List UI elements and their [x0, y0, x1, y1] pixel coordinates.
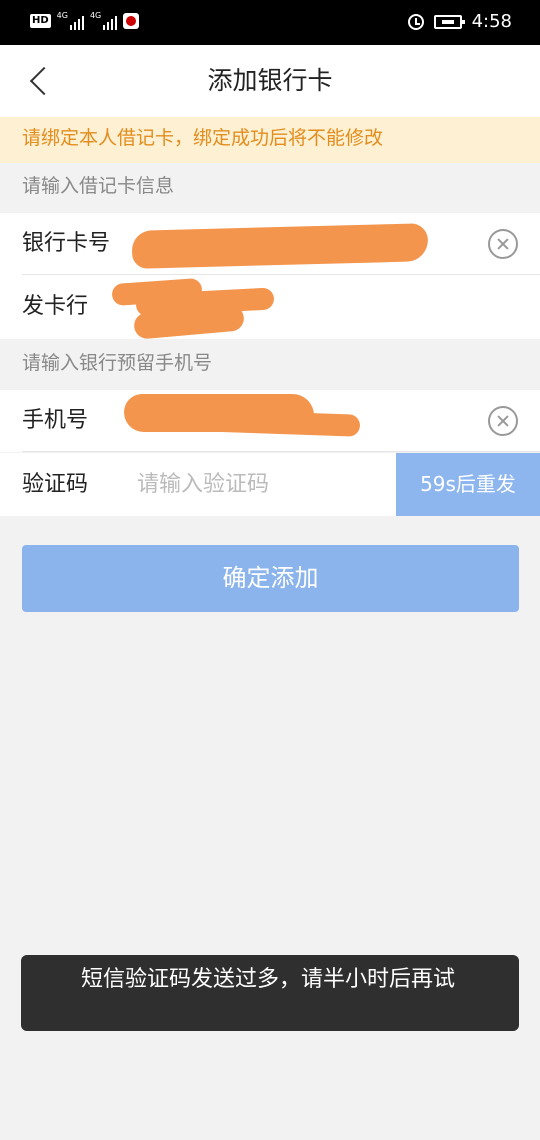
battery-icon — [433, 14, 465, 29]
app-notification-icon — [123, 13, 140, 29]
status-right: 4:58 — [407, 11, 512, 32]
redaction-mark — [199, 409, 361, 437]
card-number-label: 银行卡号 — [22, 231, 111, 256]
page-title: 添加银行卡 — [207, 66, 333, 95]
nav-bar: 添加银行卡 — [0, 45, 540, 117]
verification-code-input[interactable]: 请输入验证码 — [137, 453, 269, 516]
alarm-icon — [407, 13, 424, 30]
section-title-card-info: 请输入借记卡信息 — [22, 175, 175, 197]
status-time: 4:58 — [471, 11, 512, 32]
notice-banner: 请绑定本人借记卡，绑定成功后将不能修改 — [0, 117, 540, 163]
redaction-mark — [131, 223, 429, 269]
phone-label: 手机号 — [22, 408, 89, 433]
card-number-row[interactable]: 银行卡号 — [0, 213, 540, 275]
verification-code-label: 验证码 — [22, 472, 89, 497]
signal-icon-2: 4G — [90, 12, 118, 30]
resend-code-button[interactable]: 59s后重发 — [396, 453, 540, 516]
issuer-row[interactable]: 发卡行 — [0, 275, 540, 340]
clear-icon[interactable] — [488, 229, 518, 259]
issuer-label: 发卡行 — [22, 294, 89, 319]
status-bar: HD 4G 4G 4:58 — [0, 0, 540, 45]
toast-message: 短信验证码发送过多，请半小时后再试 — [21, 955, 519, 1031]
status-left: HD 4G 4G — [30, 12, 140, 30]
section-title-phone-info: 请输入银行预留手机号 — [22, 352, 213, 374]
back-arrow-icon[interactable] — [22, 63, 58, 99]
phone-row[interactable]: 手机号 — [0, 390, 540, 452]
confirm-add-button[interactable]: 确定添加 — [22, 545, 519, 612]
clear-icon[interactable] — [488, 406, 518, 436]
hd-badge: HD — [30, 14, 51, 28]
signal-icon: 4G — [57, 12, 84, 30]
